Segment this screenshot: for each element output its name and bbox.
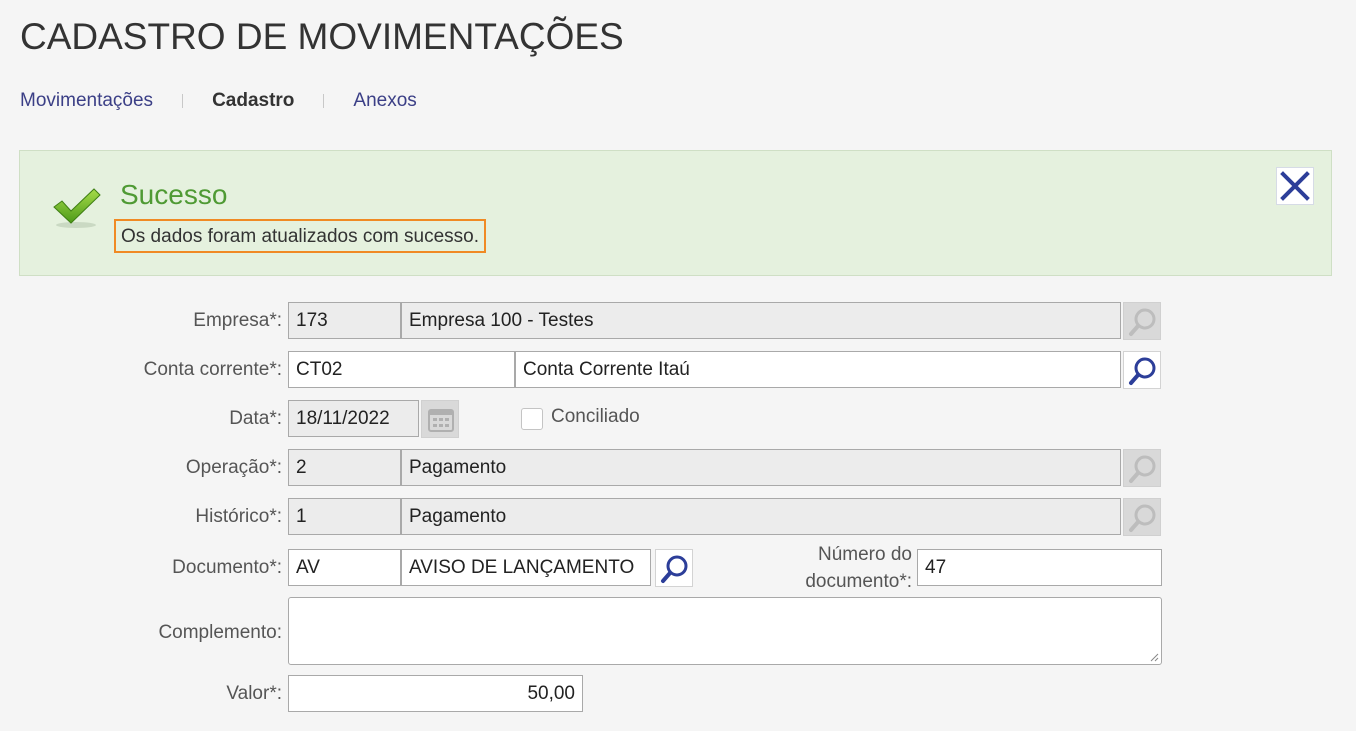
numero-documento-label-line1: Número do [818, 544, 912, 565]
empresa-code-field: 173 [288, 302, 401, 339]
data-label: Data*: [229, 408, 282, 429]
empresa-search-button[interactable] [1123, 302, 1161, 340]
alert-title: Sucesso [120, 179, 228, 210]
documento-name-input[interactable]: AVISO DE LANÇAMENTO [401, 549, 651, 586]
tab-separator [182, 94, 184, 108]
operacao-search-button[interactable] [1123, 449, 1161, 487]
checkmark-icon [53, 188, 101, 228]
documento-search-button[interactable] [655, 549, 693, 587]
calendar-button[interactable] [421, 400, 459, 438]
documento-code-input[interactable]: AV [288, 549, 401, 586]
conta-search-button[interactable] [1123, 351, 1161, 389]
operacao-label: Operação*: [185, 457, 282, 478]
numero-documento-input[interactable]: 47 [917, 549, 1162, 586]
documento-label: Documento*: [172, 557, 282, 578]
conciliado-label: Conciliado [551, 406, 640, 427]
search-icon [661, 555, 688, 583]
historico-name-field: Pagamento [401, 498, 1121, 535]
historico-label: Histórico*: [195, 506, 282, 527]
alert-message: Os dados foram atualizados com sucesso. [114, 219, 487, 253]
tab-separator [323, 94, 325, 108]
close-icon [1280, 171, 1310, 201]
tabs-nav: Movimentações Cadastro Anexos [20, 88, 417, 114]
numero-documento-label: Número do documento*: [760, 541, 912, 595]
tab-anexos[interactable]: Anexos [353, 90, 416, 112]
complemento-textarea[interactable] [288, 597, 1162, 665]
data-input: 18/11/2022 [288, 400, 419, 437]
operacao-code-field: 2 [288, 449, 401, 486]
close-button[interactable] [1276, 167, 1314, 205]
search-icon [1129, 504, 1156, 532]
search-icon [1129, 308, 1156, 336]
empresa-name-field: Empresa 100 - Testes [401, 302, 1121, 339]
conta-label: Conta corrente*: [143, 359, 282, 380]
complemento-label: Complemento: [158, 622, 282, 643]
numero-documento-label-line2: documento*: [805, 571, 912, 592]
search-icon [1129, 357, 1156, 385]
resize-handle-icon[interactable] [1149, 652, 1159, 662]
valor-label: Valor*: [226, 683, 282, 704]
empresa-label: Empresa*: [193, 310, 282, 331]
conciliado-checkbox[interactable] [521, 408, 543, 430]
tab-movimentacoes[interactable]: Movimentações [20, 90, 153, 112]
calendar-icon [428, 409, 454, 432]
search-icon [1129, 455, 1156, 483]
page-title: CADASTRO DE MOVIMENTAÇÕES [20, 16, 624, 57]
tab-cadastro[interactable]: Cadastro [212, 90, 294, 112]
historico-code-field: 1 [288, 498, 401, 535]
success-alert: Sucesso Os dados foram atualizados com s… [19, 150, 1332, 276]
conta-code-input[interactable]: CT02 [288, 351, 515, 388]
historico-search-button[interactable] [1123, 498, 1161, 536]
conta-name-input[interactable]: Conta Corrente Itaú [515, 351, 1121, 388]
valor-input[interactable]: 50,00 [288, 675, 583, 712]
operacao-name-field: Pagamento [401, 449, 1121, 486]
